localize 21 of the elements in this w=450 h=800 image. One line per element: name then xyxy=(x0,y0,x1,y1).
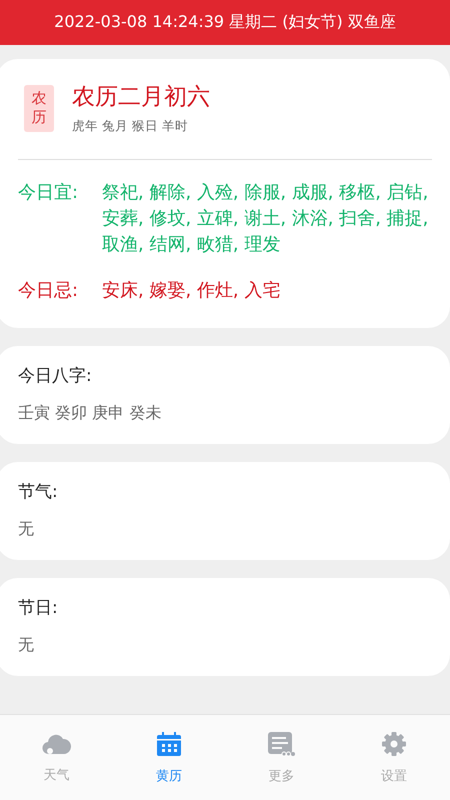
ganzhi-text: 虎年 兔月 猴日 羊时 xyxy=(72,118,189,135)
lunar-badge: 农历 xyxy=(24,84,54,132)
lunar-date: 农历二月初六 xyxy=(72,83,210,112)
section-value: 无 xyxy=(18,519,35,540)
tab[interactable]: 天气 xyxy=(0,715,112,800)
header-title: 2022-03-08 14:24:39 星期二 (妇女节) 双鱼座 xyxy=(54,12,396,33)
settings-icon xyxy=(380,730,407,756)
tab[interactable]: 黄历 xyxy=(112,715,225,800)
section-value: 无 xyxy=(18,635,35,656)
good-label: 今日宜: xyxy=(18,181,80,205)
section-title: 节气: xyxy=(18,481,59,503)
section-title: 节日: xyxy=(18,597,59,619)
calendar-icon xyxy=(156,730,182,756)
bad-label: 今日忌: xyxy=(18,279,80,303)
tab[interactable]: 更多 xyxy=(225,715,338,800)
section-value: 壬寅 癸卯 庚申 癸未 xyxy=(18,403,162,424)
list-icon xyxy=(267,730,296,756)
bad-activities: 安床, 嫁娶, 作灶, 入宅 xyxy=(102,279,280,303)
section-title: 今日八字: xyxy=(18,365,93,387)
good-activities: 祭祀, 解除, 入殓, 除服, 成服, 移柩, 启钻, 安葬, 修坟, 立碑, 谢土, 沐浴, 扫舍, 捕捉, 取渔, 结网, 畋猎, 理发 xyxy=(102,181,430,257)
tab[interactable]: 设置 xyxy=(338,715,450,800)
